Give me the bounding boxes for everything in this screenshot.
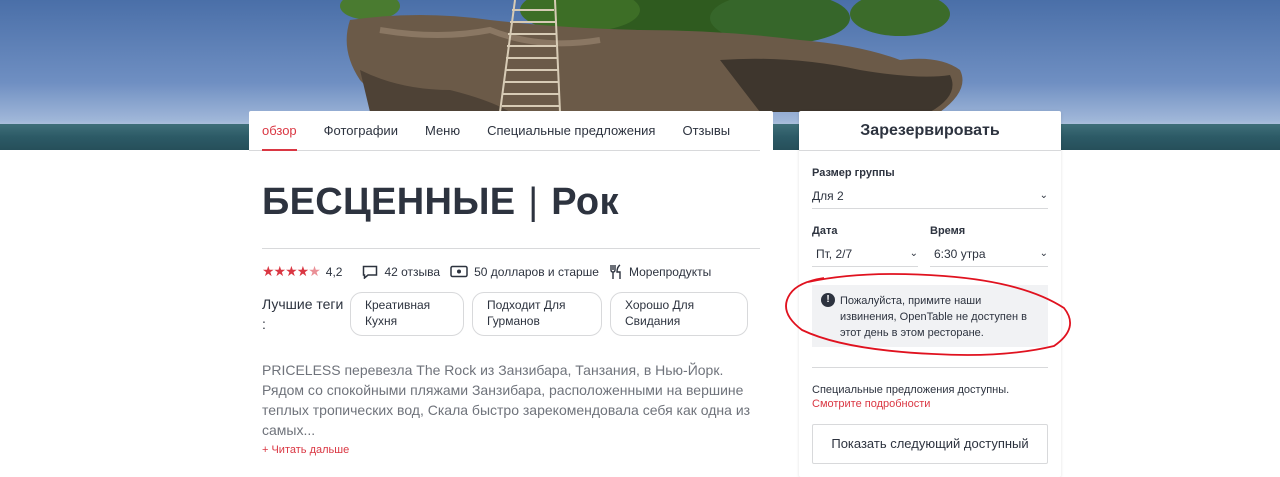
- rating[interactable]: ★★★★★ 4,2: [262, 263, 352, 280]
- title-separator: |: [528, 181, 539, 223]
- cuisine-text: Морепродукты: [628, 264, 712, 279]
- nav-card: обзор Фотографии Меню Специальные предло…: [249, 111, 773, 151]
- chevron-down-icon: ⌄: [909, 248, 918, 259]
- reviews-text: 42 отзыва: [384, 264, 441, 279]
- alert-text: Пожалуйста, примите наши извинения, Open…: [840, 295, 1027, 339]
- time-label: Время: [930, 225, 966, 237]
- tab-bar: обзор Фотографии Меню Специальные предло…: [249, 111, 760, 151]
- top-tags: Лучшие теги : Креативная Кухня Подходит …: [262, 292, 760, 336]
- tab-special-offers[interactable]: Специальные предложения: [487, 111, 655, 151]
- tags-label: Лучшие теги :: [262, 296, 344, 332]
- party-size-value: Для 2: [812, 188, 844, 203]
- speech-bubble-icon: [363, 265, 378, 279]
- star-rating-icon: ★★★★★: [262, 263, 321, 279]
- reservation-title: Зарезервировать: [799, 111, 1061, 151]
- exclamation-icon: !: [821, 293, 835, 307]
- title-part-2: Рок: [551, 181, 619, 223]
- date-label: Дата: [812, 225, 838, 237]
- tag-date-night[interactable]: Хорошо Для Свидания: [610, 292, 748, 336]
- chevron-down-icon: ⌄: [1039, 190, 1048, 201]
- date-select[interactable]: Пт, 2/7 ⌄: [812, 241, 918, 267]
- main-content: БЕСЦЕННЫЕ | Рок ★★★★★ 4,2 42 отзыва 50 д…: [262, 151, 760, 456]
- party-size-label: Размер группы: [812, 167, 895, 179]
- divider: [812, 367, 1048, 368]
- tab-photos[interactable]: Фотографии: [324, 111, 398, 151]
- divider: [262, 248, 760, 249]
- tab-menu[interactable]: Меню: [425, 111, 460, 151]
- restaurant-title: БЕСЦЕННЫЕ | Рок: [262, 181, 760, 224]
- tab-overview[interactable]: обзор: [262, 111, 297, 151]
- offers-details-link[interactable]: Смотрите подробности: [812, 398, 1048, 410]
- time-value: 6:30 утра: [934, 246, 986, 261]
- reservation-card: Зарезервировать Размер группы Для 2 ⌄ Да…: [799, 111, 1061, 477]
- price-text: 50 долларов и старше: [474, 264, 599, 279]
- read-more-link[interactable]: + Читать дальше: [262, 444, 760, 456]
- offers-text: Специальные предложения доступны.: [812, 384, 1010, 396]
- chevron-down-icon: ⌄: [1039, 248, 1048, 259]
- time-select[interactable]: 6:30 утра ⌄: [930, 241, 1048, 267]
- cuisine: Морепродукты: [609, 263, 712, 280]
- price-range: 50 долларов и старше: [450, 265, 599, 279]
- restaurant-meta: ★★★★★ 4,2 42 отзыва 50 долларов и старше…: [262, 263, 760, 280]
- description: PRICELESS перевезла The Rock из Занзибар…: [262, 362, 751, 438]
- fork-knife-icon: [610, 263, 621, 279]
- tag-foodie[interactable]: Подходит Для Гурманов: [472, 292, 602, 336]
- rating-value: 4,2: [325, 264, 343, 279]
- banknote-icon: [450, 265, 468, 278]
- reviews-count[interactable]: 42 отзыва: [362, 265, 440, 279]
- tag-creative-cuisine[interactable]: Креативная Кухня: [350, 292, 464, 336]
- title-part-1: БЕСЦЕННЫЕ: [262, 181, 516, 223]
- tab-reviews[interactable]: Отзывы: [682, 111, 730, 151]
- date-time-row: Дата Пт, 2/7 ⌄ Время 6:30 утра ⌄: [812, 209, 1048, 267]
- date-value: Пт, 2/7: [816, 246, 853, 261]
- party-size-select[interactable]: Для 2 ⌄: [812, 183, 1048, 209]
- show-next-available-button[interactable]: Показать следующий доступный: [812, 424, 1048, 464]
- unavailable-alert: ! Пожалуйста, примите наши извинения, Op…: [812, 285, 1048, 347]
